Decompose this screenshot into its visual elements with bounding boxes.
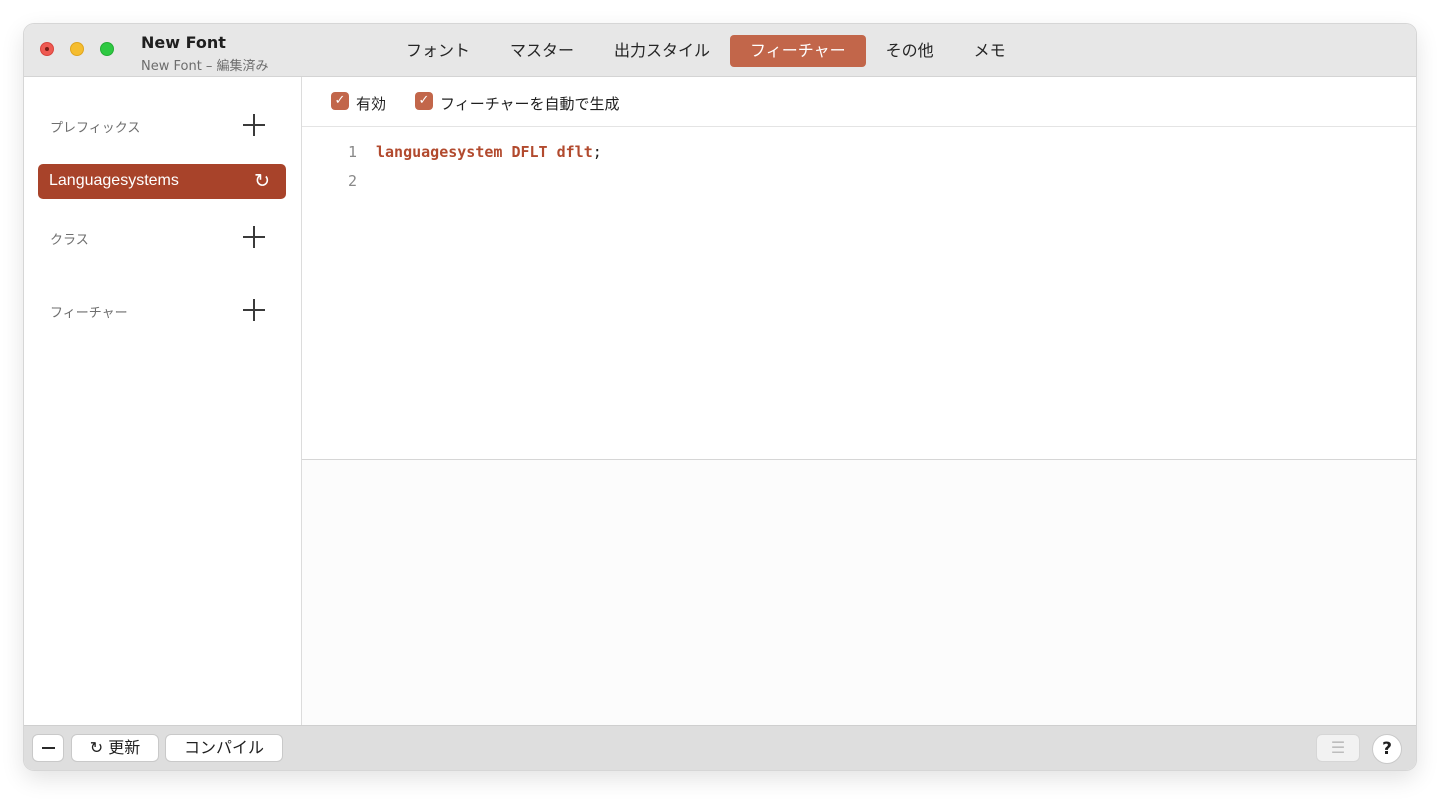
list-icon[interactable]: ☰ xyxy=(1316,734,1360,762)
enabled-label: 有効 xyxy=(356,95,387,113)
tab-masters[interactable]: マスター xyxy=(490,35,594,67)
classes-section-header: クラス xyxy=(50,233,89,248)
line-number: 2 xyxy=(347,172,357,190)
minimize-window-button[interactable] xyxy=(70,42,84,56)
code-editor[interactable]: 1 languagesystem DFLT dflt; 2 xyxy=(302,127,1416,459)
code-line: languagesystem DFLT dflt; xyxy=(376,143,602,161)
tab-bar: フォント マスター 出力スタイル フィーチャー その他 メモ xyxy=(386,35,1026,67)
autogenerate-checkbox[interactable]: ✓ xyxy=(415,92,433,110)
add-prefix-icon[interactable] xyxy=(243,114,265,136)
sidebar: プレフィックス Languagesystems ↻ クラス フィーチャー xyxy=(24,77,302,725)
bottom-toolbar: ↻ 更新 コンパイル ☰ ? xyxy=(24,725,1416,770)
tab-instances[interactable]: 出力スタイル xyxy=(594,35,730,67)
add-class-icon[interactable] xyxy=(243,226,265,248)
update-label: 更新 xyxy=(108,738,141,757)
features-section-header: フィーチャー xyxy=(50,306,128,321)
prefix-section-header: プレフィックス xyxy=(50,121,141,136)
sidebar-item-languagesystems[interactable]: Languagesystems ↻ xyxy=(38,164,286,199)
tab-features[interactable]: フィーチャー xyxy=(730,35,866,67)
zoom-window-button[interactable] xyxy=(100,42,114,56)
window-subtitle: New Font – 編集済み xyxy=(141,59,269,74)
compile-button[interactable]: コンパイル xyxy=(165,734,283,762)
sidebar-item-label: Languagesystems xyxy=(49,172,179,189)
enabled-checkbox[interactable]: ✓ xyxy=(331,92,349,110)
help-button[interactable]: ? xyxy=(1372,734,1402,764)
title-bar: New Font New Font – 編集済み フォント マスター 出力スタイ… xyxy=(24,24,1416,77)
code-keyword-text: languagesystem DFLT dflt xyxy=(376,143,593,161)
feature-editor: ✓ 有効 ✓ フィーチャーを自動で生成 1 languagesystem DFL… xyxy=(302,77,1416,725)
remove-button[interactable] xyxy=(32,734,64,762)
line-number: 1 xyxy=(347,143,357,161)
code-terminator: ; xyxy=(592,143,602,161)
autogenerate-label: フィーチャーを自動で生成 xyxy=(440,95,620,113)
close-window-button[interactable] xyxy=(40,42,54,56)
tab-other[interactable]: その他 xyxy=(866,35,954,67)
options-bar: ✓ 有効 ✓ フィーチャーを自動で生成 xyxy=(302,77,1416,127)
refresh-icon[interactable]: ↻ xyxy=(254,170,270,192)
lower-panel xyxy=(302,460,1416,725)
tab-notes[interactable]: メモ xyxy=(954,35,1026,67)
app-window: New Font New Font – 編集済み フォント マスター 出力スタイ… xyxy=(24,24,1416,770)
window-title: New Font xyxy=(141,33,226,52)
tab-font[interactable]: フォント xyxy=(386,35,490,67)
refresh-icon: ↻ xyxy=(89,738,104,757)
add-feature-icon[interactable] xyxy=(243,299,265,321)
update-button[interactable]: ↻ 更新 xyxy=(71,734,159,762)
